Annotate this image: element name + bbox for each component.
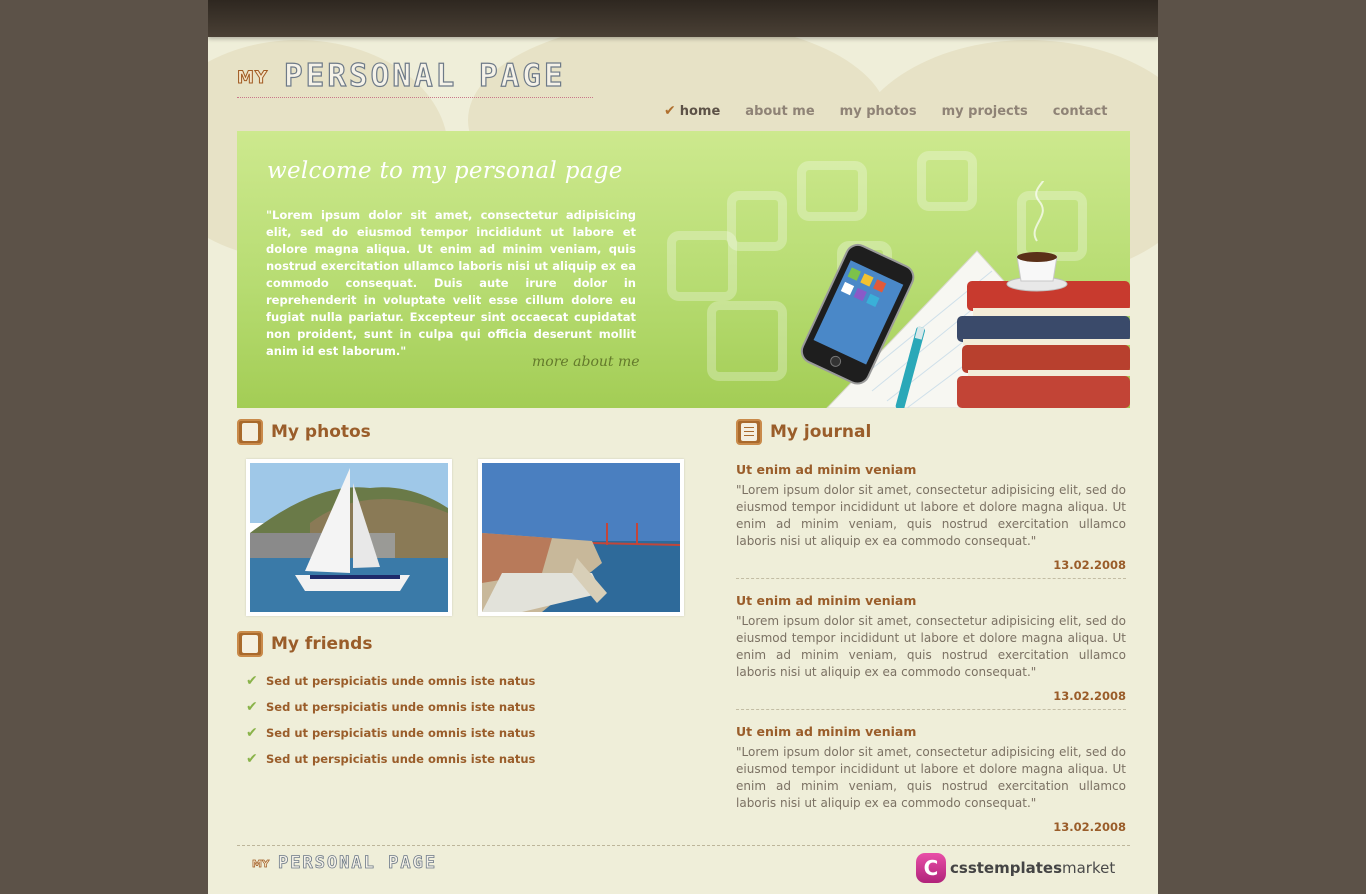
nav-item-my-projects[interactable]: my projects xyxy=(942,103,1028,119)
books-icon xyxy=(957,281,1130,408)
journal-list: Ut enim ad minim veniam "Lorem ipsum dol… xyxy=(736,462,1126,854)
more-about-me-link[interactable]: more about me xyxy=(532,354,640,370)
banner-text: "Lorem ipsum dolor sit amet, consectetur… xyxy=(266,208,636,358)
friend-label: Sed ut perspiciatis unde omnis iste natu… xyxy=(266,726,536,740)
coffee-cup-icon xyxy=(1006,181,1068,292)
nav-label: my photos xyxy=(839,103,917,119)
nav-label: home xyxy=(679,103,721,119)
nav-label: contact xyxy=(1052,103,1108,119)
brand-name-rest: market xyxy=(1062,859,1116,877)
footer-divider xyxy=(237,845,1130,846)
section-title: My photos xyxy=(271,422,371,442)
logo-title: PERSONAL PAGE xyxy=(283,57,566,94)
journal-entry-date: 13.02.2008 xyxy=(1053,820,1126,834)
harbor-photo xyxy=(482,463,680,612)
journal-heading: My journal xyxy=(736,419,871,445)
notepad-icon xyxy=(736,419,762,445)
sailboat-photo xyxy=(250,463,448,612)
page-container: MY PERSONAL PAGE ✔ home about me my phot… xyxy=(208,0,1158,894)
friend-link[interactable]: ✔ Sed ut perspiciatis unde omnis iste nat… xyxy=(246,746,535,772)
nav-item-contact[interactable]: contact xyxy=(1053,103,1108,119)
friend-label: Sed ut perspiciatis unde omnis iste natu… xyxy=(266,752,536,766)
nav-item-my-photos[interactable]: my photos xyxy=(840,103,917,119)
section-title: My journal xyxy=(770,422,872,442)
journal-entry-title[interactable]: Ut enim ad minim veniam xyxy=(736,724,1126,739)
journal-entry-text: "Lorem ipsum dolor sit amet, consectetur… xyxy=(736,614,1126,679)
banner-title: welcome to my personal page xyxy=(267,158,623,184)
brand-logo-icon: C xyxy=(916,853,946,883)
journal-entry-date: 13.02.2008 xyxy=(1053,558,1126,572)
friend-link[interactable]: ✔ Sed ut perspiciatis unde omnis iste nat… xyxy=(246,720,535,746)
person-icon xyxy=(237,419,263,445)
logo-prefix: MY xyxy=(236,68,269,89)
checkmark-icon: ✔ xyxy=(664,103,676,119)
checkmark-icon: ✔ xyxy=(246,673,258,689)
site-logo[interactable]: MY PERSONAL PAGE xyxy=(236,57,593,98)
journal-entry-text: "Lorem ipsum dolor sit amet, consectetur… xyxy=(736,745,1126,810)
friend-link[interactable]: ✔ Sed ut perspiciatis unde omnis iste nat… xyxy=(246,668,535,694)
friend-label: Sed ut perspiciatis unde omnis iste natu… xyxy=(266,674,536,688)
journal-entry-title[interactable]: Ut enim ad minim veniam xyxy=(736,462,1126,477)
top-bar xyxy=(208,0,1158,37)
journal-entry-date: 13.02.2008 xyxy=(1053,689,1126,703)
footer-logo-title: PERSONAL PAGE xyxy=(278,853,438,874)
photo-thumbnail-harbor[interactable] xyxy=(478,459,684,616)
brand-name: csstemplatesmarket xyxy=(950,859,1115,877)
section-title: My friends xyxy=(271,634,373,654)
main-nav: ✔ home about me my photos my projects co… xyxy=(664,103,1133,119)
nav-item-home[interactable]: ✔ home xyxy=(664,103,720,119)
desk-illustration xyxy=(800,181,1130,408)
nav-label: about me xyxy=(745,103,815,119)
photos-heading: My photos xyxy=(237,419,371,445)
checkmark-icon: ✔ xyxy=(246,699,258,715)
friend-link[interactable]: ✔ Sed ut perspiciatis unde omnis iste nat… xyxy=(246,694,535,720)
nav-item-about-me[interactable]: about me xyxy=(745,103,814,119)
journal-entry-text: "Lorem ipsum dolor sit amet, consectetur… xyxy=(736,483,1126,548)
nav-label: my projects xyxy=(941,103,1028,119)
journal-entry: Ut enim ad minim veniam "Lorem ipsum dol… xyxy=(736,462,1126,579)
journal-entry-title[interactable]: Ut enim ad minim veniam xyxy=(736,593,1126,608)
photo-thumbnail-sailboat[interactable] xyxy=(246,459,452,616)
friend-label: Sed ut perspiciatis unde omnis iste natu… xyxy=(266,700,536,714)
friends-heading: My friends xyxy=(237,631,372,657)
friends-list: ✔ Sed ut perspiciatis unde omnis iste nat… xyxy=(246,668,535,772)
brand-name-bold: csstemplates xyxy=(950,859,1062,877)
person-icon xyxy=(237,631,263,657)
footer-logo-prefix: MY xyxy=(252,859,270,871)
checkmark-icon: ✔ xyxy=(246,725,258,741)
welcome-banner: welcome to my personal page "Lorem ipsum… xyxy=(237,131,1130,408)
checkmark-icon: ✔ xyxy=(246,751,258,767)
brand-credit-link[interactable]: C csstemplatesmarket xyxy=(916,853,1115,883)
journal-entry: Ut enim ad minim veniam "Lorem ipsum dol… xyxy=(736,593,1126,710)
journal-entry: Ut enim ad minim veniam "Lorem ipsum dol… xyxy=(736,724,1126,840)
